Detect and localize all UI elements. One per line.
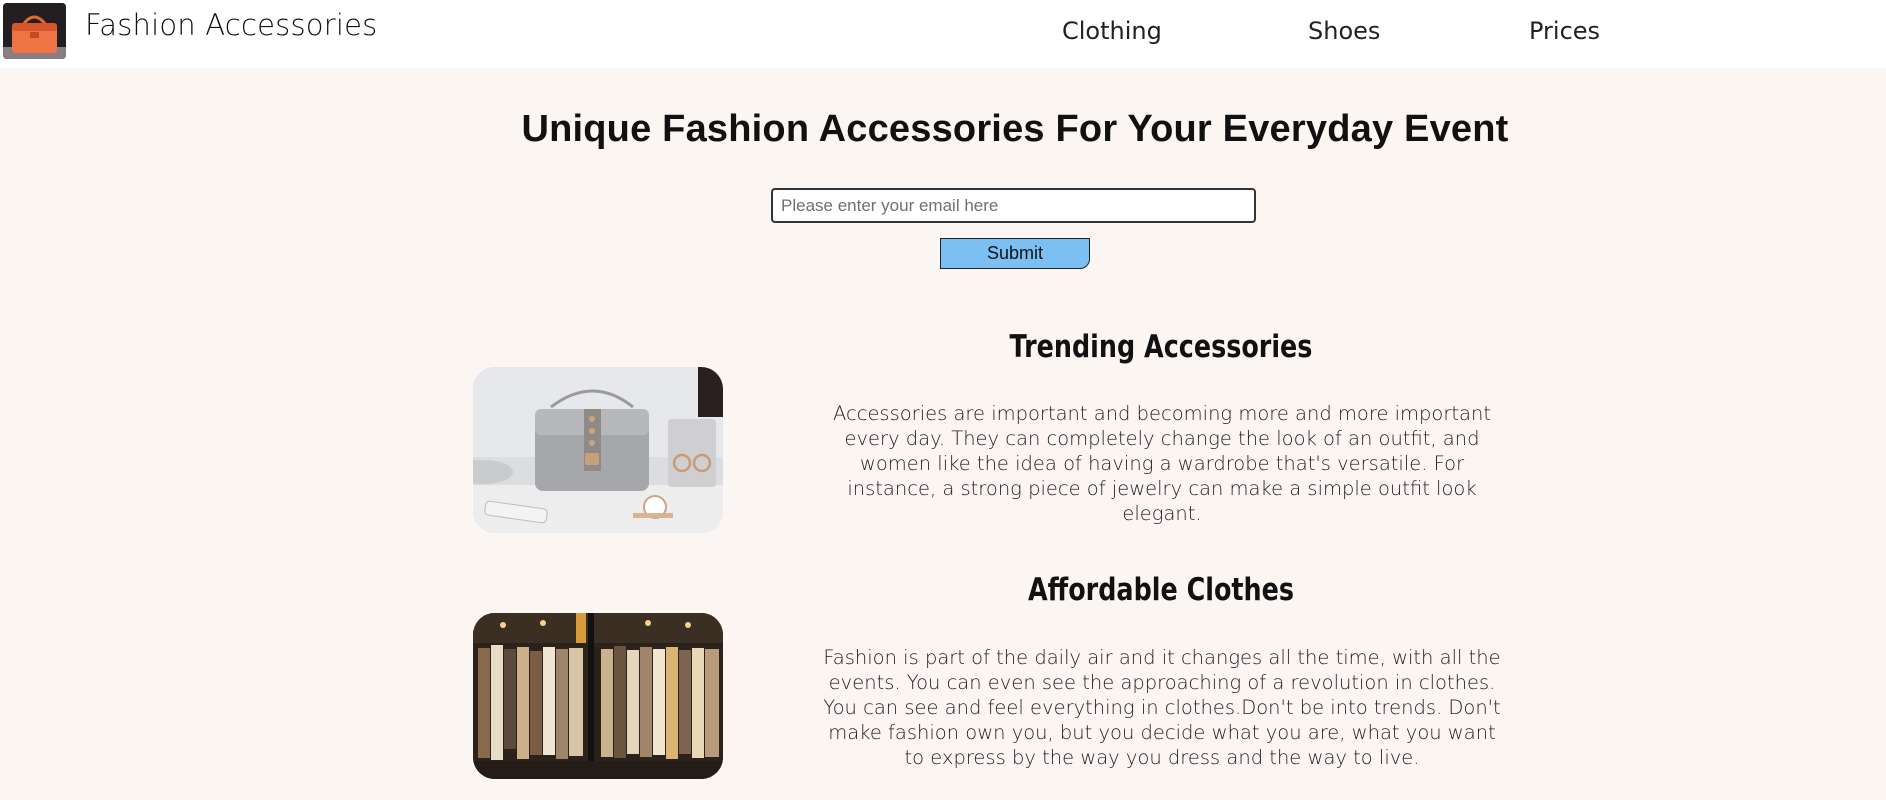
submit-button[interactable]: Submit (940, 238, 1090, 269)
hero-heading: Unique Fashion Accessories For Your Ever… (521, 108, 1509, 150)
top-header: Fashion Accessories Clothing Shoes Price… (0, 0, 1886, 68)
section-text-affordable-clothes: Fashion is part of the daily air and it … (823, 646, 1501, 769)
brand-title: Fashion Accessories (85, 8, 378, 42)
accessories-photo (473, 367, 723, 533)
handbag-logo-icon[interactable] (3, 3, 66, 59)
section-title-trending-accessories: Trending Accessories (1009, 329, 1313, 365)
nav-link-clothing[interactable]: Clothing (1062, 17, 1162, 45)
section-title-affordable-clothes: Affordable Clothes (1027, 572, 1295, 608)
nav-link-shoes[interactable]: Shoes (1308, 17, 1380, 45)
clothes-rack-photo (473, 613, 723, 779)
nav-link-prices[interactable]: Prices (1529, 17, 1600, 45)
email-input[interactable] (771, 188, 1256, 223)
section-text-trending-accessories: Accessories are important and becoming m… (833, 402, 1491, 525)
